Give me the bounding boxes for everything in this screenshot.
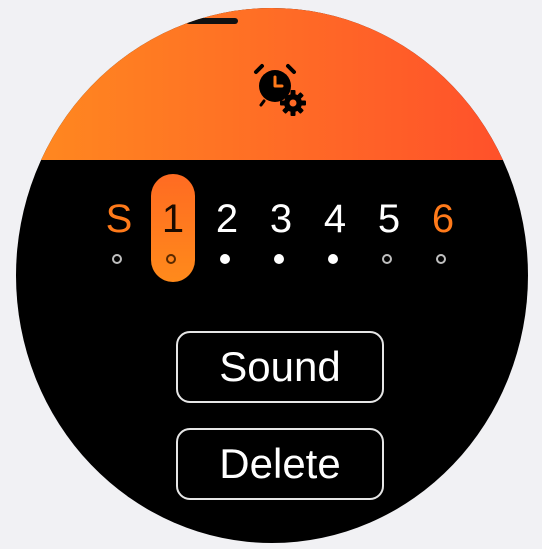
day-active-dot (220, 254, 230, 264)
day-label: 2 (215, 197, 239, 241)
day-inactive-dot (382, 254, 392, 264)
day-toggle-0[interactable]: S (93, 174, 145, 284)
day-label: 3 (269, 197, 293, 241)
day-toggle-2[interactable]: 2 (201, 174, 253, 284)
day-active-dot (274, 254, 284, 264)
day-label: 1 (161, 197, 185, 241)
delete-button[interactable]: Delete (176, 428, 384, 500)
day-toggle-4[interactable]: 4 (309, 174, 361, 284)
alarm-header (16, 8, 528, 160)
weekday-selector: S123456 (16, 174, 528, 284)
day-toggle-5[interactable]: 5 (363, 174, 415, 284)
day-label: S (105, 197, 133, 241)
day-inactive-dot (112, 254, 122, 264)
day-toggle-6[interactable]: 6 (417, 174, 469, 284)
sound-button[interactable]: Sound (176, 331, 384, 403)
day-active-dot (328, 254, 338, 264)
top-indicator (186, 18, 238, 24)
day-toggle-3[interactable]: 3 (255, 174, 307, 284)
day-toggle-1[interactable]: 1 (147, 174, 199, 284)
day-inactive-dot (436, 254, 446, 264)
day-label: 6 (431, 197, 455, 241)
alarm-clock-settings-icon (254, 64, 306, 116)
day-inactive-dot (166, 254, 176, 264)
watch-face: S123456 Sound Delete (16, 8, 528, 543)
day-label: 5 (377, 197, 401, 241)
day-label: 4 (323, 197, 347, 241)
